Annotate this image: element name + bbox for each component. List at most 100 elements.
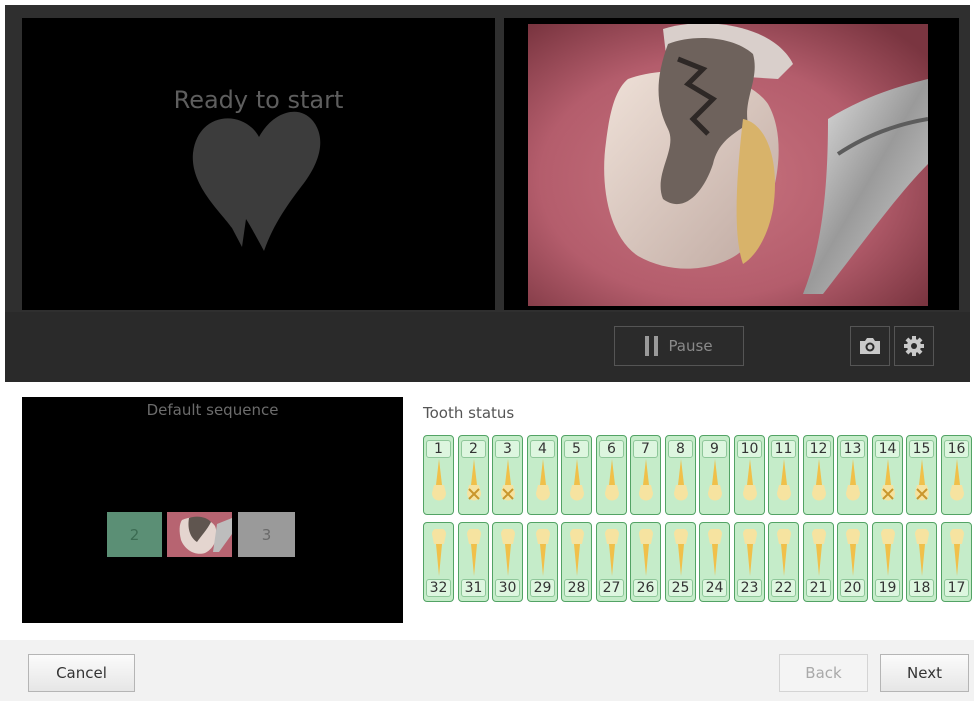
tooth-number: 20 xyxy=(840,579,865,597)
tooth-icon xyxy=(812,529,826,576)
tooth-number: 23 xyxy=(737,579,762,597)
snapshot-button[interactable] xyxy=(850,326,890,366)
tooth-21[interactable]: 21 xyxy=(803,522,834,602)
tooth-22[interactable]: 22 xyxy=(768,522,799,602)
tooth-icon xyxy=(432,459,446,501)
tooth-31[interactable]: 31 xyxy=(458,522,489,602)
tooth-number: 11 xyxy=(771,440,796,458)
tooth-number: 26 xyxy=(633,579,658,597)
pause-label: Pause xyxy=(668,337,713,355)
tooth-26[interactable]: 26 xyxy=(630,522,661,602)
camera-icon xyxy=(860,338,880,354)
tooth-5[interactable]: 5 xyxy=(561,435,592,515)
tooth-13[interactable]: 13 xyxy=(837,435,868,515)
tooth-number: 31 xyxy=(461,579,486,597)
tooth-25[interactable]: 25 xyxy=(665,522,696,602)
tooth-icon xyxy=(605,459,619,501)
tooth-icon xyxy=(881,529,895,576)
tooth-32[interactable]: 32 xyxy=(423,522,454,602)
tooth-number: 13 xyxy=(840,440,865,458)
tooth-14[interactable]: 14 xyxy=(872,435,903,515)
tooth-icon xyxy=(743,529,757,576)
tooth-3[interactable]: 3 xyxy=(492,435,523,515)
tooth-number: 22 xyxy=(771,579,796,597)
tooth-9[interactable]: 9 xyxy=(699,435,730,515)
tooth-15[interactable]: 15 xyxy=(906,435,937,515)
tooth-number: 12 xyxy=(806,440,831,458)
sequence-step-next[interactable]: 3 xyxy=(238,512,295,557)
tooth-icon xyxy=(950,459,964,501)
tooth-icon xyxy=(846,459,860,501)
tooth-17[interactable]: 17 xyxy=(941,522,972,602)
captured-image-thumbnail xyxy=(167,512,232,557)
tooth-11[interactable]: 11 xyxy=(768,435,799,515)
tooth-number: 28 xyxy=(564,579,589,597)
next-button[interactable]: Next xyxy=(880,654,969,692)
tooth-number: 17 xyxy=(944,579,969,597)
tooth-icon xyxy=(674,529,688,576)
tooth-icon xyxy=(467,459,481,501)
tooth-30[interactable]: 30 xyxy=(492,522,523,602)
tooth-number: 32 xyxy=(426,579,451,597)
tooth-icon xyxy=(708,459,722,501)
sequence-step-current[interactable]: 2 xyxy=(107,512,162,557)
tooth-23[interactable]: 23 xyxy=(734,522,765,602)
tooth-number: 3 xyxy=(495,440,520,458)
tooth-icon xyxy=(708,529,722,576)
tooth-number: 30 xyxy=(495,579,520,597)
tooth-number: 6 xyxy=(599,440,624,458)
tooth-icon xyxy=(846,529,860,576)
tooth-number: 27 xyxy=(599,579,624,597)
tooth-12[interactable]: 12 xyxy=(803,435,834,515)
live-camera-image xyxy=(528,24,928,306)
tooth-29[interactable]: 29 xyxy=(527,522,558,602)
tooth-icon xyxy=(743,459,757,501)
tooth-number: 14 xyxy=(875,440,900,458)
tooth-icon xyxy=(501,529,515,576)
tooth-7[interactable]: 7 xyxy=(630,435,661,515)
tooth-number: 19 xyxy=(875,579,900,597)
tooth-icon xyxy=(570,529,584,576)
tooth-number: 15 xyxy=(909,440,934,458)
sequence-thumbnail[interactable] xyxy=(167,512,232,557)
tooth-1[interactable]: 1 xyxy=(423,435,454,515)
sequence-panel: Default sequence 2 3 xyxy=(22,397,403,623)
tooth-number: 4 xyxy=(530,440,555,458)
pause-button[interactable]: Pause xyxy=(614,326,744,366)
tooth-number: 9 xyxy=(702,440,727,458)
tooth-icon xyxy=(915,529,929,576)
tooth-20[interactable]: 20 xyxy=(837,522,868,602)
tooth-6[interactable]: 6 xyxy=(596,435,627,515)
tooth-icon xyxy=(674,459,688,501)
tooth-icon xyxy=(915,459,929,501)
control-bar xyxy=(5,312,970,382)
tooth-18[interactable]: 18 xyxy=(906,522,937,602)
tooth-icon xyxy=(777,529,791,576)
cancel-button[interactable]: Cancel xyxy=(28,654,135,692)
tooth-10[interactable]: 10 xyxy=(734,435,765,515)
tooth-icon xyxy=(639,529,653,576)
settings-button[interactable] xyxy=(894,326,934,366)
tooth-28[interactable]: 28 xyxy=(561,522,592,602)
tooth-16[interactable]: 16 xyxy=(941,435,972,515)
tooth-icon xyxy=(501,459,515,501)
tooth-icon xyxy=(536,459,550,501)
tooth-8[interactable]: 8 xyxy=(665,435,696,515)
tooth-4[interactable]: 4 xyxy=(527,435,558,515)
tooth-icon xyxy=(639,459,653,501)
tooth-19[interactable]: 19 xyxy=(872,522,903,602)
tooth-number: 10 xyxy=(737,440,762,458)
tooth-number: 24 xyxy=(702,579,727,597)
tooth-24[interactable]: 24 xyxy=(699,522,730,602)
tooth-number: 18 xyxy=(909,579,934,597)
tooth-number: 7 xyxy=(633,440,658,458)
tooth-icon xyxy=(812,459,826,501)
tooth-icon xyxy=(950,529,964,576)
tooth-2[interactable]: 2 xyxy=(458,435,489,515)
tooth-27[interactable]: 27 xyxy=(596,522,627,602)
tooth-logo-icon xyxy=(192,111,321,251)
gear-icon xyxy=(904,336,924,356)
tooth-icon xyxy=(777,459,791,501)
back-button[interactable]: Back xyxy=(779,654,868,692)
tooth-status-title: Tooth status xyxy=(423,404,515,422)
